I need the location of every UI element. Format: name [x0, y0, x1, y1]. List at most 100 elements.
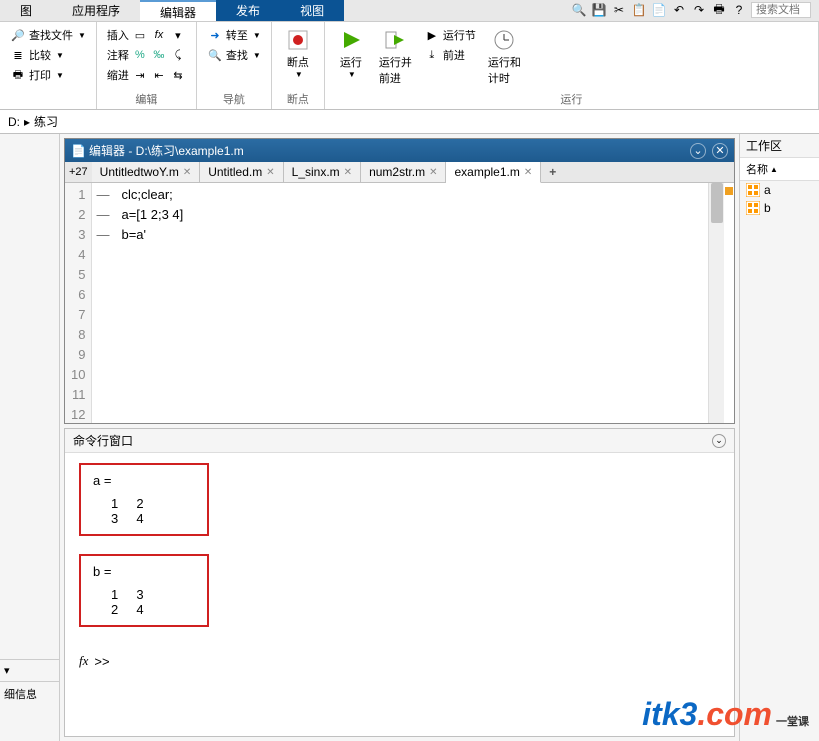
- ribbon-group-run: 运行▼ 运行并 前进 ▶运行节 ⤓前进 运行和 计时 运行: [325, 22, 819, 109]
- advance-button[interactable]: ⤓前进: [422, 46, 478, 64]
- group-run-label: 运行: [333, 91, 810, 107]
- path-sep-icon: ▸: [24, 115, 30, 129]
- code-line[interactable]: [121, 385, 700, 405]
- print-icon: 🖶: [10, 67, 26, 83]
- comment-button[interactable]: 注释 % ‰ ⤹: [105, 46, 188, 64]
- run-advance-button[interactable]: 运行并 前进: [375, 26, 416, 88]
- ribbon-tab-plot[interactable]: 图: [0, 0, 52, 21]
- editor-titlebar: 📄 编辑器 - D:\练习\example1.m ⌄ ✕: [65, 139, 734, 162]
- breakpoints-button[interactable]: 断点▼: [280, 26, 316, 81]
- code-line[interactable]: [121, 285, 700, 305]
- path-bar[interactable]: D: ▸ 练习: [0, 110, 819, 134]
- insert-more-icon: ▾: [170, 27, 186, 43]
- var-matrix-icon: [746, 183, 760, 197]
- tab-close-icon[interactable]: ✕: [266, 167, 274, 178]
- tab-close-icon[interactable]: ✕: [429, 167, 437, 178]
- code-line[interactable]: [121, 245, 700, 265]
- editor-tab-3[interactable]: num2str.m✕: [361, 162, 446, 182]
- code-line[interactable]: a=[1 2;3 4]: [121, 205, 700, 225]
- sort-icon: ▲: [770, 165, 778, 174]
- editor-tabs: +27 UntitledtwoY.m✕ Untitled.m✕ L_sinx.m…: [65, 162, 734, 183]
- find-button[interactable]: 🔍查找▼: [205, 46, 263, 64]
- uncomment-icon: ‰: [151, 47, 167, 63]
- scrollbar-thumb[interactable]: [711, 183, 723, 223]
- editor-tab-2[interactable]: L_sinx.m✕: [284, 162, 361, 182]
- code-line[interactable]: [121, 325, 700, 345]
- run-advance-icon: [383, 28, 407, 52]
- tab-close-icon[interactable]: ✕: [524, 167, 532, 178]
- workspace-var-b[interactable]: b: [740, 199, 819, 217]
- ribbon-tab-editor[interactable]: 编辑器: [140, 0, 216, 21]
- add-tab-button[interactable]: +: [541, 163, 564, 181]
- insert-section-icon: ▭: [132, 27, 148, 43]
- indent-button[interactable]: 缩进 ⇥ ⇤ ⇆: [105, 66, 188, 84]
- workspace-col-name[interactable]: 名称▲: [740, 158, 819, 181]
- command-body[interactable]: a = 1 2 3 4 b = 1 3 2 4 fx >>: [65, 453, 734, 736]
- workspace-panel: 工作区 名称▲ a b: [739, 134, 819, 741]
- editor-tab-0[interactable]: UntitledtwoY.m✕: [92, 162, 201, 182]
- find-files-button[interactable]: 🔎查找文件▼: [8, 26, 88, 44]
- run-time-button[interactable]: 运行和 计时: [484, 26, 525, 88]
- code-line[interactable]: clc;clear;: [121, 185, 700, 205]
- workspace-var-a[interactable]: a: [740, 181, 819, 199]
- undo-icon[interactable]: ↶: [671, 2, 687, 18]
- code-area[interactable]: clc;clear; a=[1 2;3 4] b=a': [113, 183, 708, 423]
- ribbon-tabstrip: 图 应用程序 编辑器 发布 视图 🔍 💾 ✂ 📋 📄 ↶ ↷ 🖶 ?: [0, 0, 819, 22]
- code-line[interactable]: [121, 265, 700, 285]
- run-section-button[interactable]: ▶运行节: [422, 26, 478, 44]
- ribbon-tab-publish[interactable]: 发布: [216, 0, 280, 21]
- outdent-icon: ⇤: [151, 67, 167, 83]
- ribbon-group-nav: ➜转至▼ 🔍查找▼ 导航: [197, 22, 272, 109]
- collapse-icon[interactable]: ▾: [4, 665, 10, 677]
- editor-content[interactable]: 123456789101112 ——— clc;clear; a=[1 2;3 …: [65, 183, 734, 423]
- group-bp-label: 断点: [280, 91, 316, 107]
- help-icon[interactable]: ?: [731, 2, 747, 18]
- code-line[interactable]: b=a': [121, 225, 700, 245]
- save-icon[interactable]: 💾: [591, 2, 607, 18]
- copy-icon[interactable]: 📋: [631, 2, 647, 18]
- advance-icon: ⤓: [424, 47, 440, 63]
- code-line[interactable]: [121, 365, 700, 385]
- insert-fx-icon: fx: [151, 27, 167, 43]
- quick-access-toolbar: 🔍 💾 ✂ 📋 📄 ↶ ↷ 🖶 ?: [571, 2, 811, 18]
- zoom-indicator[interactable]: +27: [65, 164, 92, 180]
- editor-window: 📄 编辑器 - D:\练习\example1.m ⌄ ✕ +27 Untitle…: [64, 138, 735, 424]
- smart-indent-icon: ⇆: [170, 67, 186, 83]
- command-prompt[interactable]: fx >>: [79, 653, 720, 669]
- compare-button[interactable]: ≣比较▼: [8, 46, 88, 64]
- editor-tab-1[interactable]: Untitled.m✕: [200, 162, 283, 182]
- paste-icon[interactable]: 📄: [651, 2, 667, 18]
- editor-tab-4[interactable]: example1.m✕: [446, 162, 541, 183]
- tab-close-icon[interactable]: ✕: [344, 167, 352, 178]
- run-icon: [339, 28, 363, 52]
- close-icon[interactable]: ✕: [712, 143, 728, 159]
- redo-icon[interactable]: ↷: [691, 2, 707, 18]
- dropdown-icon[interactable]: ⌄: [690, 143, 706, 159]
- tab-close-icon[interactable]: ✕: [183, 167, 191, 178]
- output-block-a: a = 1 2 3 4: [79, 463, 209, 536]
- goto-button[interactable]: ➜转至▼: [205, 26, 263, 44]
- exec-marker-col: ———: [92, 183, 113, 423]
- code-line[interactable]: [121, 345, 700, 365]
- ribbon-tab-view[interactable]: 视图: [280, 0, 344, 21]
- print-button[interactable]: 🖶打印▼: [8, 66, 88, 84]
- output-block-b: b = 1 3 2 4: [79, 554, 209, 627]
- ribbon-tab-apps[interactable]: 应用程序: [52, 0, 140, 21]
- group-edit-label: 编辑: [105, 91, 188, 107]
- warning-marker-icon[interactable]: [725, 187, 733, 195]
- command-window-header: 命令行窗口 ⌄: [65, 429, 734, 453]
- command-menu-icon[interactable]: ⌄: [712, 434, 726, 448]
- run-button[interactable]: 运行▼: [333, 26, 369, 88]
- comment-icon: %: [132, 47, 148, 63]
- search-icon[interactable]: 🔍: [571, 2, 587, 18]
- breakpoint-icon: [286, 28, 310, 52]
- cut-icon[interactable]: ✂: [611, 2, 627, 18]
- search-docs-input[interactable]: [751, 2, 811, 18]
- code-line[interactable]: [121, 305, 700, 325]
- print-icon[interactable]: 🖶: [711, 2, 727, 18]
- editor-scrollbar[interactable]: [708, 183, 724, 423]
- details-label: 细信息: [0, 681, 59, 741]
- code-line[interactable]: [121, 405, 700, 425]
- path-folder: 练习: [34, 113, 58, 130]
- insert-button[interactable]: 插入 ▭ fx ▾: [105, 26, 188, 44]
